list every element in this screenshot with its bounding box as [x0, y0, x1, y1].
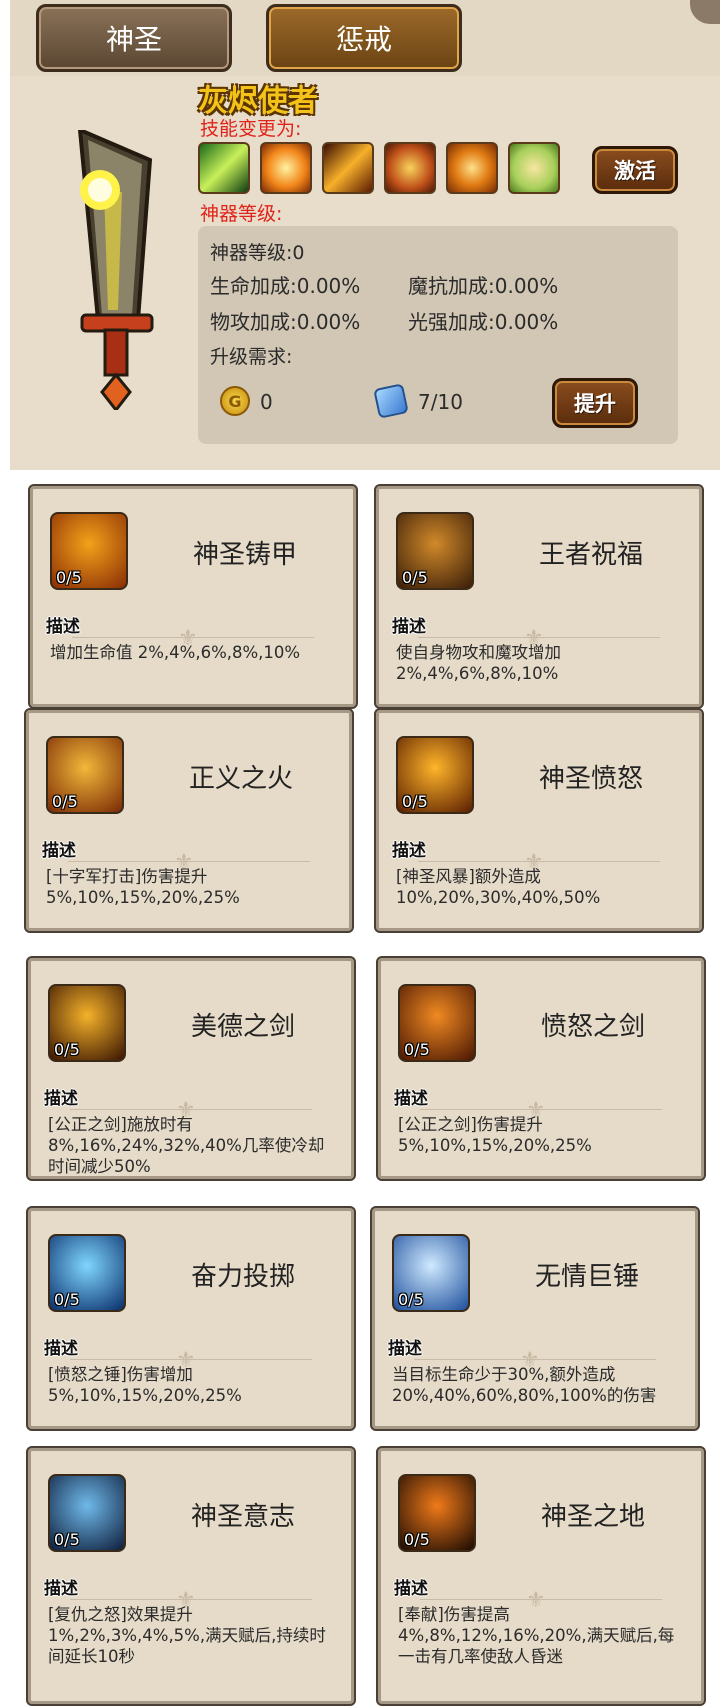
talent-card: 0/5 正义之火 ⚜ 描述 [十字军打击]伤害提升5%,10%,15%,20%,… — [24, 708, 354, 933]
talent-name: 神圣愤怒 — [538, 764, 643, 794]
attack-bonus: 物攻加成:0.00% — [210, 310, 361, 334]
talent-card: 0/5 神圣意志 ⚜ 描述 [复仇之怒]效果提升1%,2%,3%,4%,5%,满… — [26, 1446, 356, 1706]
gold-coin-icon: G — [220, 386, 250, 416]
talent-card: 0/5 神圣愤怒 ⚜ 描述 [神圣风暴]额外造成 10%,20%,30%,40%… — [374, 708, 704, 933]
talent-name: 愤怒之剑 — [540, 1012, 645, 1042]
fire-burst-icon[interactable] — [260, 142, 312, 194]
talent-card: 0/5 神圣之地 ⚜ 描述 [奉献]伤害提高4%,8%,12%,16%,20%,… — [376, 1446, 706, 1706]
description-label: 描述 — [394, 1089, 428, 1109]
artifact-level-value: 神器等级:0 — [210, 242, 305, 264]
talent-description: [神圣风暴]额外造成 10%,20%,30%,40%,50% — [396, 867, 601, 907]
description-label: 描述 — [394, 1579, 428, 1599]
gold-amount: 0 — [260, 390, 273, 414]
description-label: 描述 — [46, 617, 80, 637]
talent-name: 无情巨锤 — [534, 1262, 639, 1292]
talent-level: 0/5 — [404, 1040, 430, 1059]
tab-retribution[interactable]: 惩戒 — [266, 4, 462, 72]
upgrade-button[interactable]: 提升 — [552, 378, 638, 428]
description-label: 描述 — [44, 1089, 78, 1109]
fire-staff-icon[interactable] — [322, 142, 374, 194]
talent-card: 0/5 无情巨锤 ⚜ 描述 当目标生命少于30%,额外造成20%,40%,60%… — [370, 1206, 700, 1431]
description-label: 描述 — [388, 1339, 422, 1359]
magic-resist-bonus: 魔抗加成:0.00% — [408, 274, 559, 298]
skill-icons-row — [198, 142, 560, 194]
description-label: 描述 — [392, 617, 426, 637]
hp-bonus: 生命加成:0.00% — [210, 274, 361, 298]
description-label: 描述 — [42, 841, 76, 861]
upgrade-requirement-label: 升级需求: — [210, 346, 293, 368]
talent-level: 0/5 — [398, 1290, 424, 1309]
talent-card: 0/5 神圣铸甲 ⚜ 描述 增加生命值 2%,4%,6%,8%,10% — [28, 484, 358, 709]
talent-level: 0/5 — [402, 568, 428, 587]
talent-description: [复仇之怒]效果提升1%,2%,3%,4%,5%,满天赋后,持续时间延长10秒 — [48, 1605, 326, 1666]
activate-button[interactable]: 激活 — [592, 146, 678, 194]
talent-description: [奉献]伤害提高4%,8%,12%,16%,20%,满天赋后,每一击有几率使敌人… — [398, 1605, 675, 1666]
description-label: 描述 — [392, 841, 426, 861]
talent-description: [公正之剑]伤害提升5%,10%,15%,20%,25% — [398, 1115, 592, 1155]
talent-description: [愤怒之锤]伤害增加5%,10%,15%,20%,25% — [48, 1365, 242, 1405]
talent-name: 奋力投掷 — [190, 1262, 295, 1292]
talent-description: [十字军打击]伤害提升5%,10%,15%,20%,25% — [46, 867, 240, 907]
green-slash-icon[interactable] — [198, 142, 250, 194]
talent-card: 0/5 美德之剑 ⚜ 描述 [公正之剑]施放时有8%,16%,24%,32%,4… — [26, 956, 356, 1181]
talent-description: 当目标生命少于30%,额外造成20%,40%,60%,80%,100%的伤害 — [392, 1365, 657, 1405]
talent-level: 0/5 — [52, 792, 78, 811]
talent-description: 使自身物攻和魔攻增加 2%,4%,6%,8%,10% — [396, 643, 561, 683]
talent-level: 0/5 — [54, 1530, 80, 1549]
tab-bar: 神圣 惩戒 — [10, 0, 720, 76]
artifact-header: 神圣 惩戒 灰烬使者 技能变更为: 激活 神器等级: 神器等级:0 生命加成:0… — [10, 0, 720, 470]
settings-corner[interactable] — [690, 0, 720, 24]
talent-name: 神圣铸甲 — [192, 540, 297, 570]
talent-card: 0/5 王者祝福 ⚜ 描述 使自身物攻和魔攻增加 2%,4%,6%,8%,10% — [374, 484, 704, 709]
artifact-level-label: 神器等级: — [200, 203, 283, 225]
talent-level: 0/5 — [402, 792, 428, 811]
stats-panel: 神器等级:0 生命加成:0.00% 魔抗加成:0.00% 物攻加成:0.00% … — [198, 226, 678, 444]
talent-card: 0/5 愤怒之剑 ⚜ 描述 [公正之剑]伤害提升5%,10%,15%,20%,2… — [376, 956, 706, 1181]
tab-holy[interactable]: 神圣 — [36, 4, 232, 72]
talent-description: 增加生命值 2%,4%,6%,8%,10% — [50, 643, 301, 662]
talent-name: 王者祝福 — [538, 540, 643, 570]
talent-level: 0/5 — [404, 1530, 430, 1549]
fire-swirl-icon[interactable] — [446, 142, 498, 194]
description-label: 描述 — [44, 1579, 78, 1599]
talent-name: 美德之剑 — [190, 1012, 295, 1042]
blue-gem-icon — [373, 383, 409, 419]
gem-amount: 7/10 — [418, 390, 463, 414]
skill-change-label: 技能变更为: — [200, 118, 302, 140]
description-label: 描述 — [44, 1339, 78, 1359]
talent-name: 神圣意志 — [190, 1502, 295, 1532]
holy-shield-fire-icon[interactable] — [384, 142, 436, 194]
talent-description: [公正之剑]施放时有8%,16%,24%,32%,40%几率使冷却时间减少50% — [48, 1115, 325, 1176]
talent-level: 0/5 — [54, 1290, 80, 1309]
light-bonus: 光强加成:0.00% — [408, 310, 559, 334]
artifact-sword-image — [77, 130, 154, 410]
holy-shield-green-icon[interactable] — [508, 142, 560, 194]
talent-level: 0/5 — [56, 568, 82, 587]
talent-level: 0/5 — [54, 1040, 80, 1059]
talent-name: 正义之火 — [188, 764, 293, 794]
talent-name: 神圣之地 — [540, 1502, 645, 1532]
talent-card: 0/5 奋力投掷 ⚜ 描述 [愤怒之锤]伤害增加5%,10%,15%,20%,2… — [26, 1206, 356, 1431]
